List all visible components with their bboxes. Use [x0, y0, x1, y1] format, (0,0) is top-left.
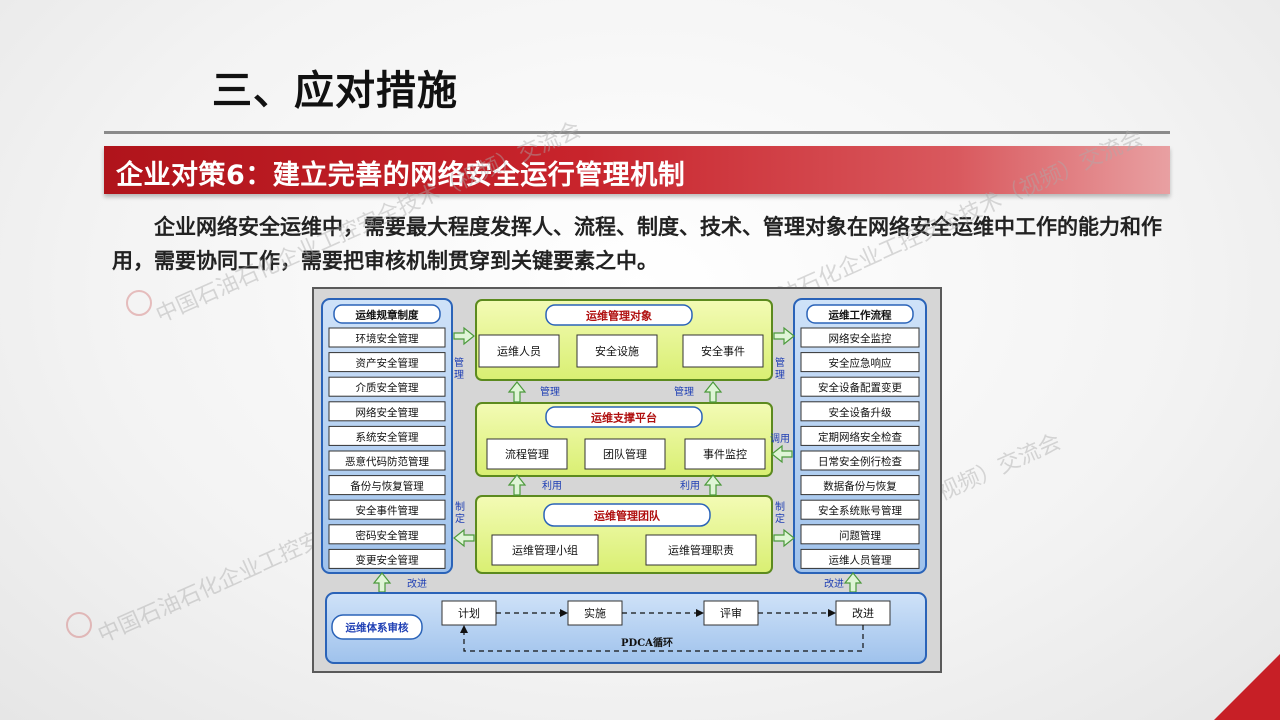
center-top-item: 运维人员	[497, 345, 541, 358]
list-item: 介质安全管理	[356, 381, 419, 394]
watermark-logo-icon	[126, 290, 152, 316]
pdca-step: 实施	[584, 606, 606, 620]
list-item: 系统安全管理	[356, 430, 419, 443]
label-use-right: 利用	[680, 480, 700, 492]
center-mid-item: 流程管理	[505, 447, 549, 461]
left-panel-title: 运维规章制度	[356, 309, 419, 322]
label-manage-left: 管理	[452, 356, 464, 381]
pdca-step: 计划	[458, 607, 480, 620]
center-top-item: 安全设施	[595, 344, 639, 358]
list-item: 恶意代码防范管理	[345, 455, 429, 468]
label-formulate-right: 制定	[773, 500, 785, 525]
right-panel-title: 运维工作流程	[829, 309, 892, 322]
label-manage-mid-left: 管理	[540, 385, 560, 398]
pdca-cycle-label: PDCA循环	[621, 636, 673, 649]
list-item: 网络安全监控	[829, 332, 892, 345]
pdca-step: 评审	[720, 606, 742, 620]
label-improve-left: 改进	[407, 577, 427, 590]
list-item: 环境安全管理	[356, 332, 419, 345]
bottom-panel: 运维体系审核 计划 实施 评审 改进 PDCA循环	[325, 592, 927, 664]
intro-paragraph: 企业网络安全运维中，需要最大程度发挥人、流程、制度、技术、管理对象在网络安全运维…	[112, 215, 1162, 273]
list-item: 安全设备升级	[829, 406, 892, 419]
list-item: 运维人员管理	[829, 553, 892, 566]
label-manage-right: 管理	[773, 356, 785, 381]
center-bot-item: 运维管理职责	[668, 543, 734, 557]
list-item: 安全设备配置变更	[818, 381, 902, 394]
title-divider	[104, 131, 1170, 134]
center-mid-box: 运维支撑平台 流程管理 团队管理 事件监控	[475, 402, 773, 477]
list-item: 网络安全管理	[356, 406, 419, 419]
label-use-left: 利用	[542, 480, 562, 492]
center-top-box: 运维管理对象 运维人员 安全设施 安全事件	[475, 299, 773, 381]
center-mid-item: 事件监控	[703, 447, 747, 461]
watermark-logo-icon	[66, 612, 92, 638]
list-item: 问题管理	[839, 529, 881, 542]
center-mid-title: 运维支撑平台	[591, 411, 657, 425]
center-bot-title: 运维管理团队	[594, 509, 661, 523]
list-item: 安全事件管理	[356, 504, 419, 517]
banner-text: 企业对策6：建立完善的网络安全运行管理机制	[116, 160, 686, 191]
center-top-item: 安全事件	[701, 344, 745, 358]
list-item: 数据备份与恢复	[823, 480, 897, 493]
center-bot-box: 运维管理团队 运维管理小组 运维管理职责	[475, 495, 773, 574]
list-item: 安全应急响应	[829, 357, 892, 370]
label-manage-mid-right: 管理	[674, 385, 694, 398]
label-invoke: 调用	[770, 433, 790, 445]
list-item: 定期网络安全检查	[818, 430, 902, 443]
slide-title: 三、应对措施	[212, 68, 458, 114]
list-item: 安全系统账号管理	[818, 504, 902, 517]
label-formulate-left: 制定	[453, 500, 465, 525]
ops-management-diagram: 运维规章制度 环境安全管理资产安全管理介质安全管理网络安全管理系统安全管理恶意代…	[312, 287, 942, 673]
list-item: 备份与恢复管理	[350, 480, 424, 493]
list-item: 日常安全例行检查	[818, 455, 902, 468]
label-improve-right: 改进	[824, 577, 844, 590]
section-banner: 企业对策6：建立完善的网络安全运行管理机制	[104, 146, 1170, 194]
center-bot-item: 运维管理小组	[512, 543, 578, 557]
center-mid-item: 团队管理	[603, 447, 647, 461]
corner-decoration	[1214, 654, 1280, 720]
bottom-panel-title: 运维体系审核	[346, 621, 409, 634]
center-top-title: 运维管理对象	[586, 309, 652, 323]
list-item: 密码安全管理	[356, 529, 419, 542]
list-item: 变更安全管理	[356, 553, 419, 566]
list-item: 资产安全管理	[356, 357, 419, 370]
pdca-step: 改进	[852, 606, 874, 620]
right-panel: 运维工作流程 网络安全监控安全应急响应安全设备配置变更安全设备升级定期网络安全检…	[793, 298, 927, 574]
left-panel: 运维规章制度 环境安全管理资产安全管理介质安全管理网络安全管理系统安全管理恶意代…	[321, 298, 453, 574]
